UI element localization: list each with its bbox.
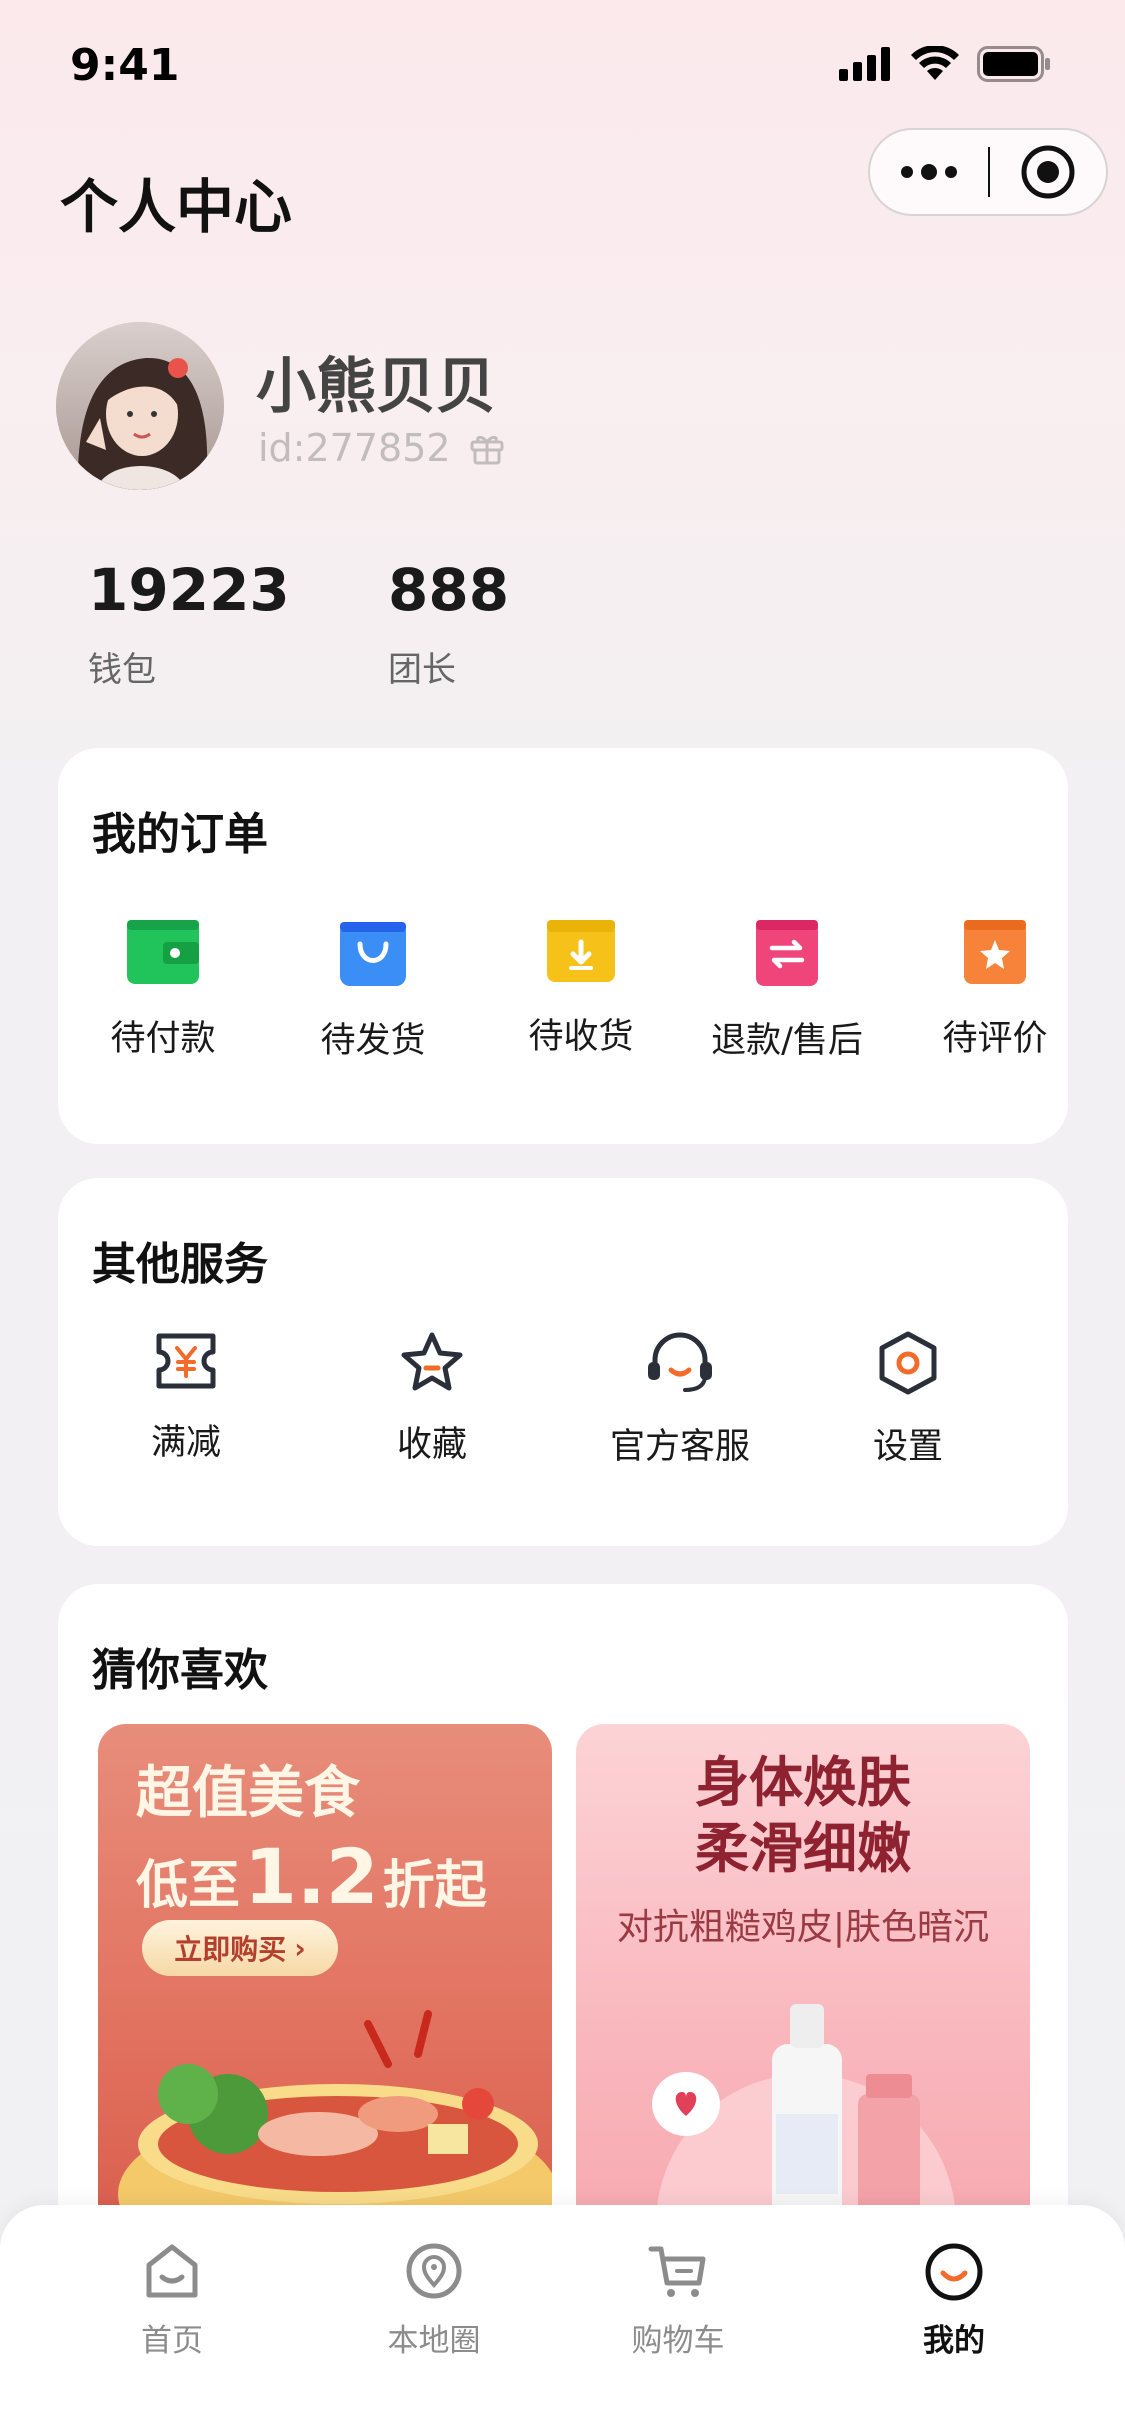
order-label: 待付款 (110, 1019, 216, 1059)
services-card: 其他服务 满减 收藏 官方客服 设置 (58, 1178, 1068, 1546)
more-button[interactable] (870, 130, 988, 214)
tab-local[interactable]: 本地圈 (334, 2241, 534, 2360)
avatar-image (56, 322, 224, 490)
service-label: 官方客服 (609, 1427, 750, 1467)
user-id-row: id:277852 (258, 426, 505, 470)
discount-prefix: 低至 (136, 1856, 241, 1916)
service-discount[interactable]: 满减 (66, 1330, 306, 1465)
home-icon (146, 2244, 198, 2298)
service-label: 收藏 (396, 1425, 467, 1465)
tab-bar: 首页 本地圈 购物车 我的 (0, 2205, 1125, 2436)
chevron-right-icon: › (294, 1931, 306, 1965)
wallet-icon (127, 920, 199, 984)
order-label: 待收货 (528, 1017, 634, 1057)
orders-card: 我的订单 待付款 待发货 待收货 退款/售后 待评价 (58, 748, 1068, 1144)
service-settings[interactable]: 设置 (788, 1330, 1028, 1469)
avatar[interactable] (56, 322, 224, 490)
services-title: 其他服务 (92, 1239, 268, 1290)
star-review-icon (964, 920, 1026, 984)
location-icon (406, 2243, 462, 2299)
stat-leader[interactable]: 888 团长 (388, 556, 509, 691)
recommend-title: 猜你喜欢 (92, 1645, 268, 1696)
headline-line-1: 身体焕肤 (695, 1751, 911, 1814)
headset-icon (648, 1332, 712, 1392)
order-pending-shipment[interactable]: 待发货 (268, 916, 478, 1063)
order-label: 待发货 (320, 1021, 426, 1061)
tab-label: 我的 (923, 2323, 985, 2359)
tab-home[interactable]: 首页 (72, 2241, 272, 2360)
gift-icon[interactable] (469, 430, 505, 466)
orders-title: 我的订单 (92, 809, 268, 860)
refund-exchange-icon (756, 920, 818, 986)
miniprogram-capsule (868, 128, 1108, 216)
profile-smile-icon (925, 2243, 983, 2301)
wifi-icon (911, 46, 959, 80)
order-label: 退款/售后 (711, 1021, 863, 1061)
page-title: 个人中心 (60, 173, 293, 241)
order-pending-review[interactable]: 待评价 (890, 916, 1100, 1061)
buy-now-label: 立即购买 (174, 1933, 287, 1966)
order-pending-receipt[interactable]: 待收货 (476, 916, 686, 1059)
discount-suffix: 折起 (382, 1856, 487, 1916)
stat-label: 钱包 (88, 650, 156, 690)
status-icons (839, 46, 1051, 82)
food-banner[interactable]: 超值美食 低至 1.2 折起 立即购买 › (98, 1724, 552, 2244)
user-name: 小熊贝贝 (256, 352, 496, 422)
status-time: 9:41 (70, 40, 180, 91)
close-miniprogram-button[interactable] (990, 130, 1106, 214)
battery-icon (977, 46, 1050, 82)
tab-label: 首页 (141, 2323, 203, 2359)
favorite-star-icon (401, 1332, 463, 1391)
stat-wallet[interactable]: 19223 钱包 (88, 556, 290, 691)
order-pending-payment[interactable]: 待付款 (58, 916, 268, 1061)
buy-now-button[interactable]: 立即购买 › (142, 1920, 338, 1976)
service-favorites[interactable]: 收藏 (312, 1330, 552, 1467)
signal-icon (839, 47, 890, 81)
tab-label: 本地圈 (387, 2323, 481, 2359)
order-refund[interactable]: 退款/售后 (682, 916, 892, 1063)
stat-label: 团长 (388, 650, 456, 690)
skincare-banner-headline: 身体焕肤 柔滑细嫩 (576, 1750, 1030, 1882)
user-id: id:277852 (258, 426, 451, 470)
tab-label: 购物车 (631, 2323, 725, 2359)
food-banner-headline: 超值美食 (136, 1761, 360, 1826)
settings-icon (879, 1331, 937, 1395)
service-label: 设置 (872, 1427, 943, 1467)
service-label: 满减 (150, 1423, 221, 1463)
tab-cart[interactable]: 购物车 (578, 2241, 778, 2360)
service-customer-support[interactable]: 官方客服 (560, 1330, 800, 1469)
stat-value: 888 (388, 556, 510, 624)
order-label: 待评价 (942, 1019, 1048, 1059)
cart-icon (648, 2246, 706, 2297)
tab-mine[interactable]: 我的 (854, 2241, 1054, 2360)
coupon-icon (156, 1333, 216, 1389)
stat-value: 19223 (88, 556, 290, 624)
box-download-icon (547, 920, 615, 982)
food-banner-discount: 低至 1.2 折起 (136, 1832, 487, 1921)
shopping-bag-icon (340, 922, 406, 986)
discount-number: 1.2 (244, 1832, 379, 1921)
skincare-banner[interactable]: 身体焕肤 柔滑细嫩 对抗粗糙鸡皮|肤色暗沉 (576, 1724, 1030, 2244)
recommend-card: 猜你喜欢 超值美食 低至 1.2 折起 立即购买 › 身体焕肤 柔滑细嫩 对抗粗… (58, 1584, 1068, 2284)
more-dots-icon (901, 164, 957, 180)
headline-line-2: 柔滑细嫩 (695, 1817, 911, 1880)
skincare-banner-subtitle: 对抗粗糙鸡皮|肤色暗沉 (616, 1907, 990, 1948)
target-icon (1021, 145, 1075, 199)
